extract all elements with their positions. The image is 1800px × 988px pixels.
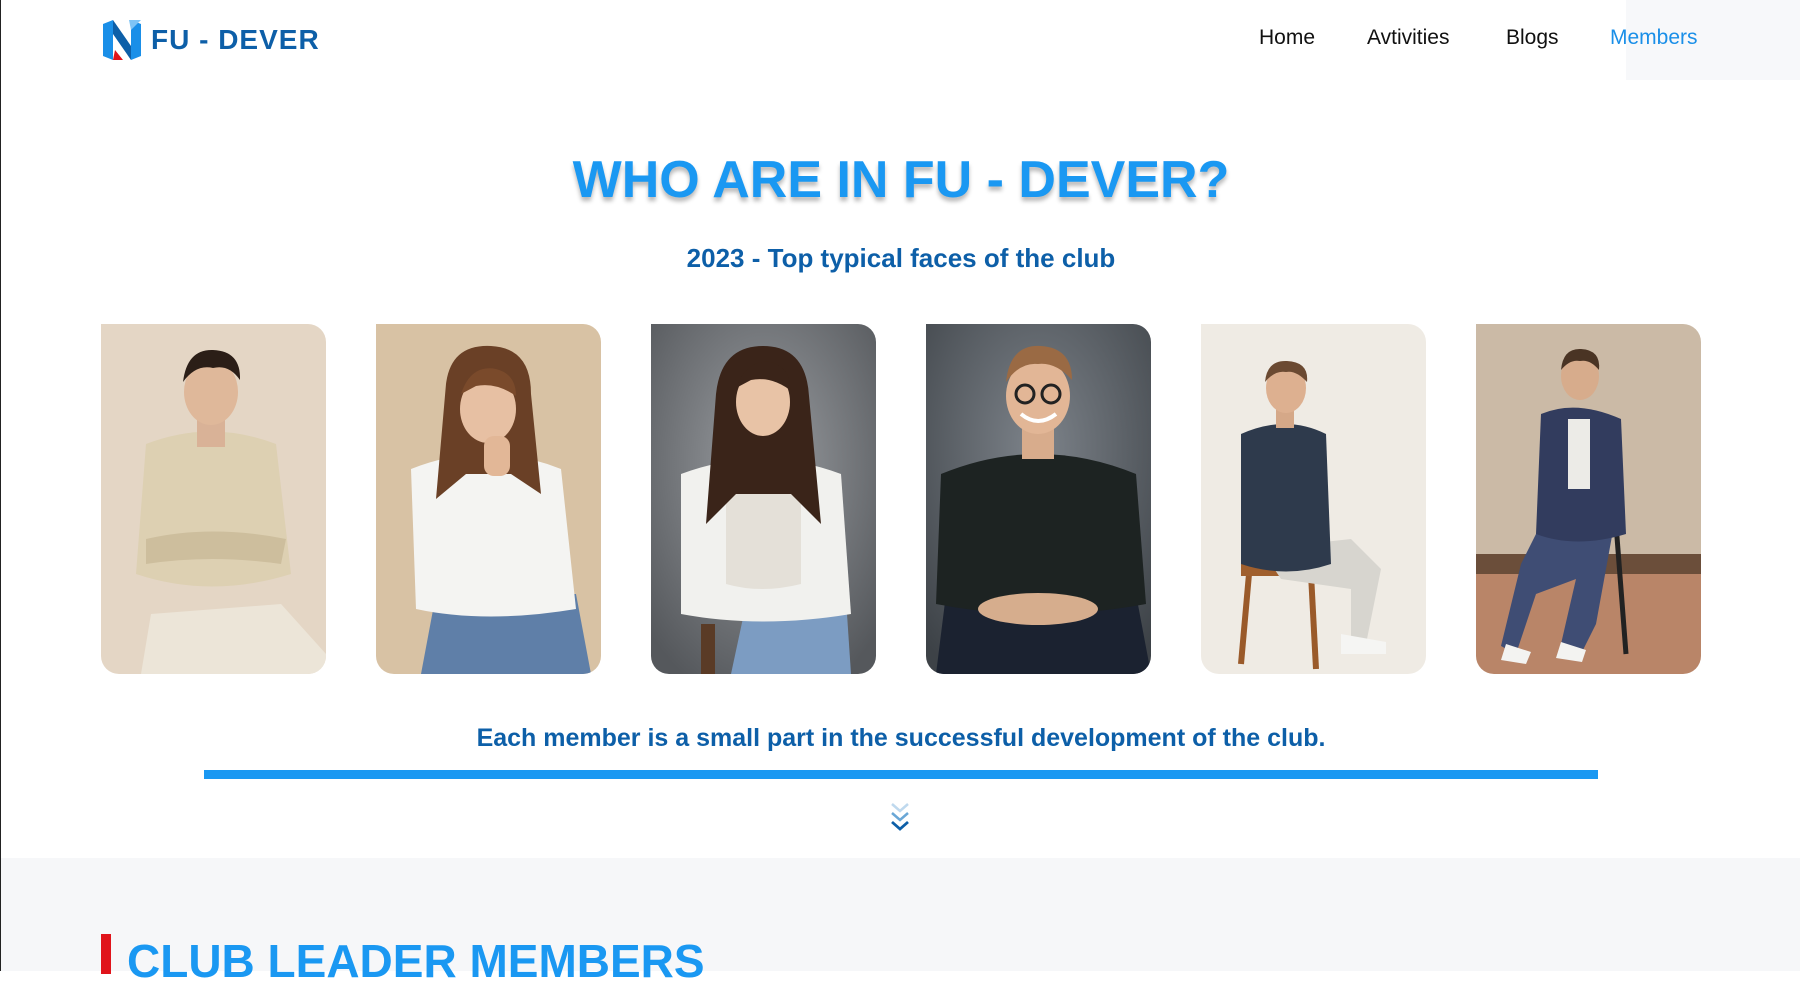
member-photo xyxy=(1476,324,1701,674)
member-photo xyxy=(1201,324,1426,674)
section-title: CLUB LEADER MEMBERS xyxy=(127,935,705,987)
member-card[interactable] xyxy=(1476,324,1701,674)
page-title: WHO ARE IN FU - DEVER? xyxy=(572,151,1230,209)
nav-activities[interactable]: Avtivities xyxy=(1367,26,1449,50)
nav-blogs[interactable]: Blogs xyxy=(1506,26,1559,50)
member-card[interactable] xyxy=(926,324,1151,674)
member-photo xyxy=(101,324,326,674)
member-card[interactable] xyxy=(101,324,326,674)
tagline-underline xyxy=(204,770,1598,779)
member-photo xyxy=(926,324,1151,674)
members-gallery xyxy=(101,324,1701,674)
page-subtitle: 2023 - Top typical faces of the club xyxy=(686,243,1116,273)
main-nav: Home Avtivities Blogs Members xyxy=(1,26,1800,56)
site-header: FU - DEVER Home Avtivities Blogs Members xyxy=(1,0,1800,80)
member-card[interactable] xyxy=(376,324,601,674)
nav-home[interactable]: Home xyxy=(1259,26,1315,50)
member-photo xyxy=(376,324,601,674)
section-marker xyxy=(101,934,111,974)
chevrons-down-icon[interactable] xyxy=(889,802,911,836)
nav-members[interactable]: Members xyxy=(1610,26,1698,50)
tagline-text: Each member is a small part in the succe… xyxy=(476,724,1326,752)
member-photo xyxy=(651,324,876,674)
member-card[interactable] xyxy=(1201,324,1426,674)
member-card[interactable] xyxy=(651,324,876,674)
club-leaders-section: CLUB LEADER MEMBERS xyxy=(1,858,1800,987)
